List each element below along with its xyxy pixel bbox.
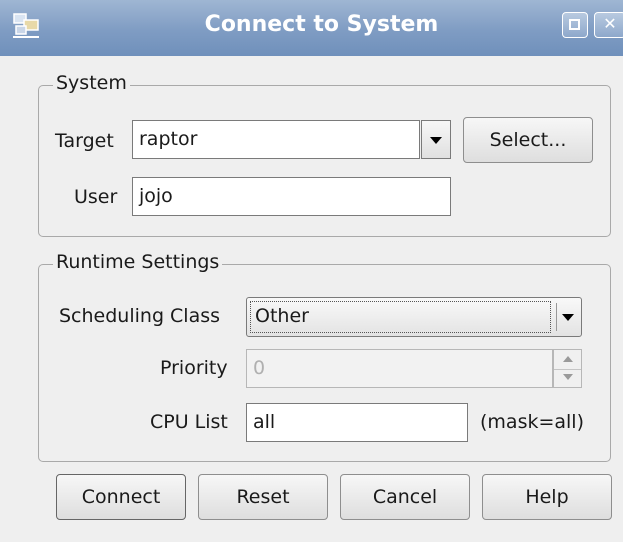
cancel-button[interactable]: Cancel <box>340 474 470 520</box>
user-input[interactable]: jojo <box>132 177 451 216</box>
connect-dialog: Connect to System ✕ System Target raptor… <box>0 0 623 542</box>
close-button[interactable]: ✕ <box>594 12 623 38</box>
user-label: User <box>74 186 118 208</box>
connect-button[interactable]: Connect <box>56 474 186 520</box>
stepper-up-icon[interactable] <box>554 350 581 370</box>
window-title: Connect to System <box>204 12 439 37</box>
target-label: Target <box>55 130 114 152</box>
priority-label: Priority <box>160 357 228 379</box>
close-icon: ✕ <box>603 14 617 33</box>
reset-button[interactable]: Reset <box>198 474 328 520</box>
stepper-down-icon[interactable] <box>554 369 581 388</box>
select-button[interactable]: Select... <box>463 117 593 163</box>
scheduling-class-label: Scheduling Class <box>59 305 221 327</box>
scheduling-class-value: Other <box>250 301 551 333</box>
priority-stepper[interactable] <box>553 349 582 388</box>
maximize-icon <box>563 13 587 37</box>
scheduling-class-select[interactable]: Other <box>246 297 582 337</box>
target-dropdown-button[interactable] <box>421 120 451 159</box>
system-legend: System <box>53 72 130 94</box>
cpu-list-label: CPU List <box>150 411 228 433</box>
target-input[interactable]: raptor <box>132 120 420 159</box>
chevron-down-icon <box>562 314 574 321</box>
cpu-list-input[interactable]: all <box>246 403 468 442</box>
priority-input[interactable]: 0 <box>246 349 553 388</box>
help-button[interactable]: Help <box>482 474 612 520</box>
title-bar[interactable]: Connect to System ✕ <box>0 0 623 56</box>
runtime-settings-legend: Runtime Settings <box>53 251 223 273</box>
cpu-mask-note: (mask=all) <box>480 411 584 433</box>
maximize-button[interactable] <box>562 12 588 38</box>
combo-separator <box>556 303 557 331</box>
